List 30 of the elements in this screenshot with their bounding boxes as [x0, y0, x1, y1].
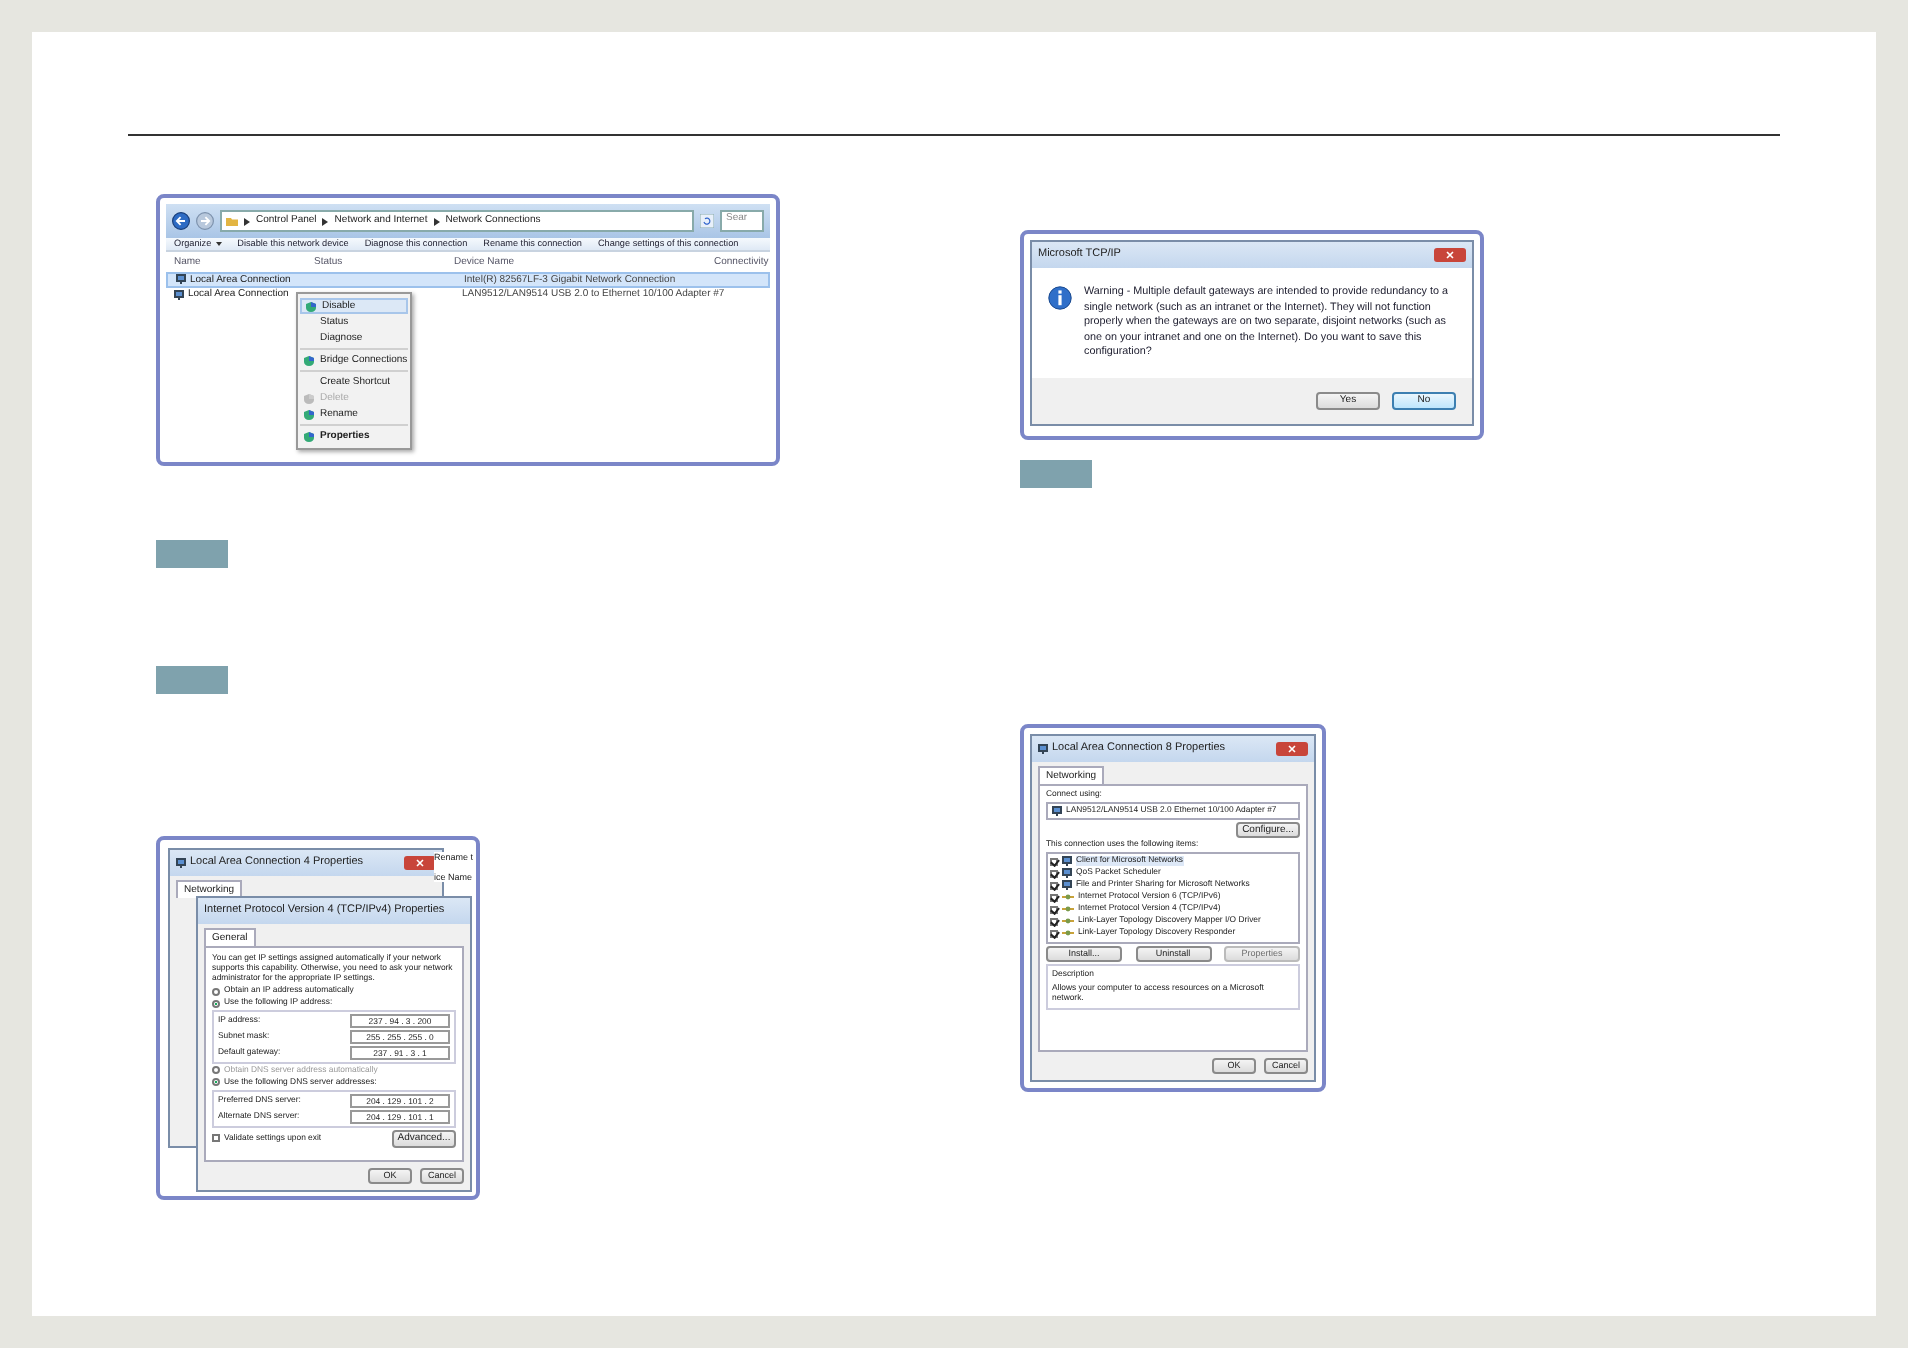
network-icon: [1038, 744, 1048, 754]
folder-icon: [226, 216, 238, 226]
network-icon: [176, 858, 186, 868]
network-icon: [1052, 806, 1062, 817]
chevron-icon: [433, 217, 440, 225]
close-icon: [1434, 248, 1466, 262]
checkbox[interactable]: [1050, 929, 1058, 938]
forward-icon: [196, 212, 214, 230]
back-icon: [172, 212, 190, 230]
shield-icon: [306, 301, 316, 311]
shield-icon: [304, 431, 314, 441]
shield-icon: [304, 355, 314, 365]
section-tag: [1020, 460, 1092, 488]
chevron-icon: [322, 217, 329, 225]
checkbox[interactable]: [1050, 893, 1058, 902]
network-icon: [176, 274, 186, 285]
checkbox[interactable]: [1050, 905, 1058, 914]
checkbox[interactable]: [1050, 917, 1058, 926]
section-tag: [156, 666, 228, 694]
checkbox[interactable]: [1050, 869, 1058, 878]
shield-icon: [304, 409, 314, 419]
network-icon: [174, 289, 184, 300]
checkbox[interactable]: [1050, 857, 1058, 866]
shield-icon: [304, 393, 314, 403]
checkbox[interactable]: [1050, 881, 1058, 890]
section-tag: [156, 540, 228, 568]
info-icon: [1048, 286, 1072, 310]
chevron-icon: [244, 217, 250, 225]
refresh-icon: [700, 214, 714, 228]
close-icon: [1276, 742, 1308, 756]
